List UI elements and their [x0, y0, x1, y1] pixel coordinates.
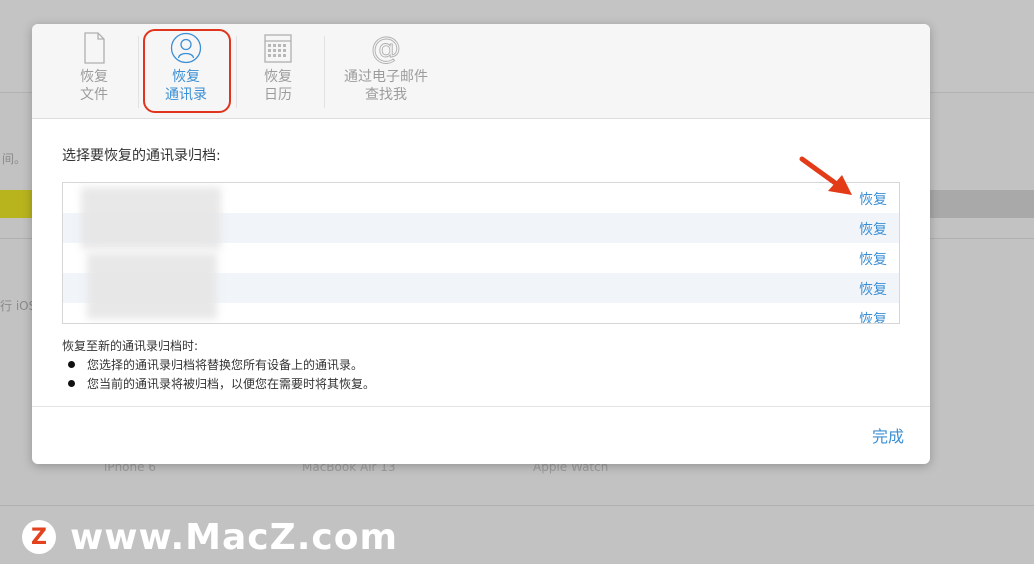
note-title: 恢复至新的通讯录归档时:: [62, 339, 199, 353]
archive-prompt: 选择要恢复的通讯录归档:: [62, 148, 221, 164]
redacted-archive-name: [81, 187, 221, 249]
restore-button[interactable]: 恢复: [859, 189, 887, 209]
background-banner-right: [930, 190, 1034, 218]
watermark: Z www.MacZ.com: [22, 514, 398, 560]
done-button[interactable]: 完成: [872, 423, 904, 447]
note-bullet-text: 您当前的通讯录将被归档，以便您在需要时将其恢复。: [87, 377, 376, 391]
restore-dialog: 恢复 文件 恢复 通讯录 恢复 日历 @ 通过电子邮件 查找我 选择要恢复的通讯…: [32, 24, 930, 464]
restore-button[interactable]: 恢复: [859, 219, 887, 239]
tab-label: 查找我: [365, 87, 407, 103]
tab-find-me-by-email[interactable]: @ 通过电子邮件 查找我: [338, 32, 434, 104]
at-icon: @: [371, 32, 402, 64]
background-divider: [0, 505, 1034, 506]
note-bullet-text: 您选择的通讯录归档将替换您所有设备上的通讯录。: [87, 358, 364, 372]
note-bullet: 您选择的通讯录归档将替换您所有设备上的通讯录。: [68, 356, 363, 373]
tab-label: 通过电子邮件: [344, 69, 428, 85]
background-text: 间。: [2, 152, 27, 166]
background-banner: [0, 190, 32, 218]
footer-divider: [32, 406, 930, 407]
tab-divider: [324, 36, 325, 108]
restore-button[interactable]: 恢复: [859, 249, 887, 269]
highlight-annotation: [143, 29, 231, 113]
restore-button[interactable]: 恢复: [859, 279, 887, 299]
svg-text:@: @: [371, 32, 401, 64]
tab-restore-calendar[interactable]: 恢复 日历: [256, 32, 300, 104]
redacted-archive-name: [87, 253, 217, 319]
background-text: 行 iOS: [0, 299, 37, 313]
note-bullet: 您当前的通讯录将被归档，以便您在需要时将其恢复。: [68, 375, 375, 392]
arrow-annotation: [799, 156, 852, 195]
restore-button[interactable]: 恢复: [859, 309, 887, 323]
tab-restore-files[interactable]: 恢复 文件: [72, 32, 116, 104]
bullet-dot: [68, 380, 75, 387]
tab-label: 恢复: [80, 69, 108, 85]
tab-label: 恢复: [264, 69, 292, 85]
bullet-dot: [68, 361, 75, 368]
calendar-icon: [264, 34, 292, 63]
logo-letter: Z: [31, 524, 47, 550]
tab-divider: [236, 36, 237, 108]
tab-label: 文件: [80, 87, 108, 103]
dialog-toolbar: 恢复 文件 恢复 通讯录 恢复 日历 @ 通过电子邮件 查找我: [32, 24, 930, 119]
watermark-text: www.MacZ.com: [70, 516, 398, 558]
tab-divider: [138, 36, 139, 108]
macz-logo-icon: Z: [22, 520, 56, 554]
tab-label: 日历: [264, 87, 292, 103]
contacts-archive-list[interactable]: 恢复 恢复 恢复 恢复 恢复: [62, 182, 900, 324]
file-icon: [84, 32, 105, 64]
